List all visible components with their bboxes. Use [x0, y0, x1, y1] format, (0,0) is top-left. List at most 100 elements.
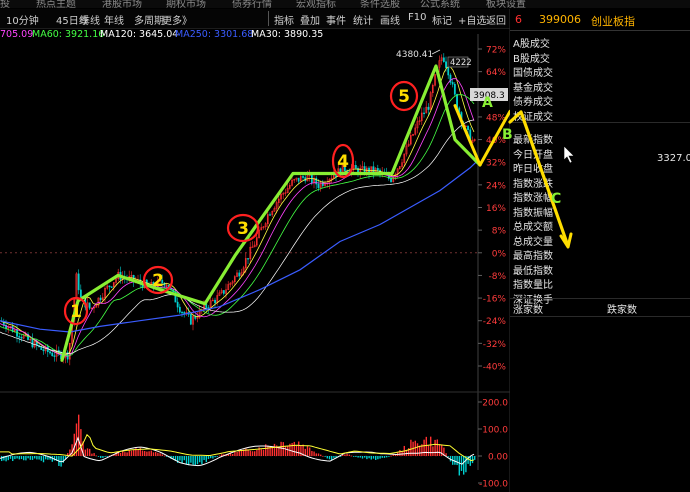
- candle-body: [31, 338, 34, 348]
- macd-bar: [313, 451, 315, 456]
- macd-bar: [474, 456, 476, 460]
- axis-tick-label: -8%: [488, 272, 506, 282]
- info-item[interactable]: A股成交: [513, 35, 550, 50]
- macd-bar: [137, 448, 139, 456]
- macd-bar: [124, 452, 126, 456]
- macd-bar: [40, 456, 42, 461]
- macd-bar: [106, 456, 108, 457]
- down-count-label: 跌家数: [607, 305, 637, 316]
- macd-bar: [419, 445, 421, 456]
- macd-bar: [185, 456, 188, 465]
- macd-bar: [42, 456, 45, 463]
- macd-bar: [317, 453, 320, 456]
- macd-bar: [375, 456, 377, 460]
- macd-bar: [324, 456, 326, 457]
- candle-body: [18, 336, 21, 338]
- macd-bar: [432, 446, 434, 456]
- wave-number: 4: [337, 152, 349, 172]
- candle-body: [297, 177, 300, 182]
- info-item[interactable]: 总成交量: [513, 233, 553, 248]
- macd-bar: [25, 456, 27, 461]
- info-item[interactable]: 基金成交: [513, 79, 553, 94]
- macd-bar: [80, 429, 82, 456]
- candle-body: [442, 57, 445, 62]
- macd-bar: [260, 449, 262, 456]
- c-arrowhead: [559, 232, 573, 249]
- macd-bar: [298, 441, 300, 456]
- info-item[interactable]: 指数涨跌: [513, 175, 553, 190]
- info-item[interactable]: 指数涨幅: [513, 189, 553, 204]
- macd-bar: [377, 456, 379, 460]
- macd-bar: [181, 456, 183, 464]
- macd-bar: [287, 445, 289, 456]
- axis-tick-label: 72%: [486, 46, 506, 56]
- candle-body: [335, 175, 337, 177]
- macd-bar: [234, 451, 236, 456]
- macd-bar: [23, 456, 25, 461]
- info-item[interactable]: 国债成交: [513, 64, 553, 79]
- axis-tick-label: 64%: [486, 68, 506, 78]
- candle-body: [449, 74, 452, 83]
- macd-bar: [366, 456, 368, 460]
- macd-bar: [104, 456, 106, 457]
- info-item[interactable]: 最高指数: [513, 247, 553, 262]
- macd-bar: [201, 456, 203, 465]
- axis-tick-label: 16%: [486, 204, 506, 214]
- macd-bar: [16, 456, 18, 459]
- macd-bar: [309, 447, 311, 456]
- info-item[interactable]: 指数量比: [513, 276, 553, 291]
- macd-bar: [271, 447, 273, 456]
- macd-bar: [194, 456, 196, 465]
- macd-bar: [146, 451, 148, 456]
- candle-body: [467, 125, 469, 131]
- info-item[interactable]: 债券成交: [513, 93, 553, 108]
- candlestick-chart[interactable]: 72%64%56%48%40%32%24%16%8%0%-8%-16%-24%-…: [0, 0, 510, 492]
- info-item[interactable]: 今日开盘: [513, 146, 553, 161]
- candle-body: [16, 329, 18, 337]
- candle-body: [390, 178, 392, 182]
- info-item[interactable]: 总成交额: [513, 218, 553, 233]
- macd-bar: [355, 456, 357, 457]
- macd-bar: [359, 456, 361, 458]
- axis-tick-label: 8%: [492, 227, 507, 237]
- candle-body: [110, 286, 113, 288]
- macd-bar: [392, 454, 394, 456]
- info-item[interactable]: 权证成交: [513, 108, 553, 123]
- index-name: 创业板指: [591, 15, 635, 28]
- info-item[interactable]: 指数振幅: [513, 204, 553, 219]
- macd-bar: [12, 456, 14, 462]
- macd-bar: [190, 456, 192, 463]
- macd-bar: [179, 456, 181, 461]
- macd-bar: [36, 456, 38, 460]
- candle-body: [427, 106, 430, 110]
- dea-line: [0, 433, 475, 462]
- candle-body: [181, 311, 183, 314]
- candle-body: [269, 214, 271, 216]
- macd-bar: [218, 455, 221, 457]
- macd-bar: [249, 450, 251, 456]
- candle-body: [77, 273, 80, 291]
- info-item[interactable]: B股成交: [513, 50, 550, 65]
- candle-body: [183, 312, 186, 314]
- info-item[interactable]: 昨日收盘: [513, 160, 553, 175]
- macd-bar: [161, 454, 163, 456]
- macd-bar: [238, 450, 240, 456]
- macd-bar: [100, 456, 102, 458]
- wave-number: 5: [398, 87, 410, 107]
- macd-bar: [214, 456, 216, 458]
- macd-bar: [126, 452, 128, 456]
- candle-body: [99, 297, 102, 300]
- macd-bar: [456, 456, 458, 466]
- info-item[interactable]: 最新指数: [513, 131, 553, 146]
- current-price-label: 3908.3: [473, 91, 505, 101]
- macd-bar: [14, 456, 16, 460]
- macd-bar: [300, 445, 302, 456]
- macd-bar: [273, 443, 276, 456]
- macd-bar: [254, 451, 256, 456]
- macd-bar: [18, 456, 20, 460]
- wave-line: [60, 64, 482, 362]
- macd-bar: [381, 456, 383, 458]
- info-item[interactable]: 最低指数: [513, 262, 553, 277]
- macd-bar: [216, 456, 218, 457]
- macd-bar: [471, 456, 474, 464]
